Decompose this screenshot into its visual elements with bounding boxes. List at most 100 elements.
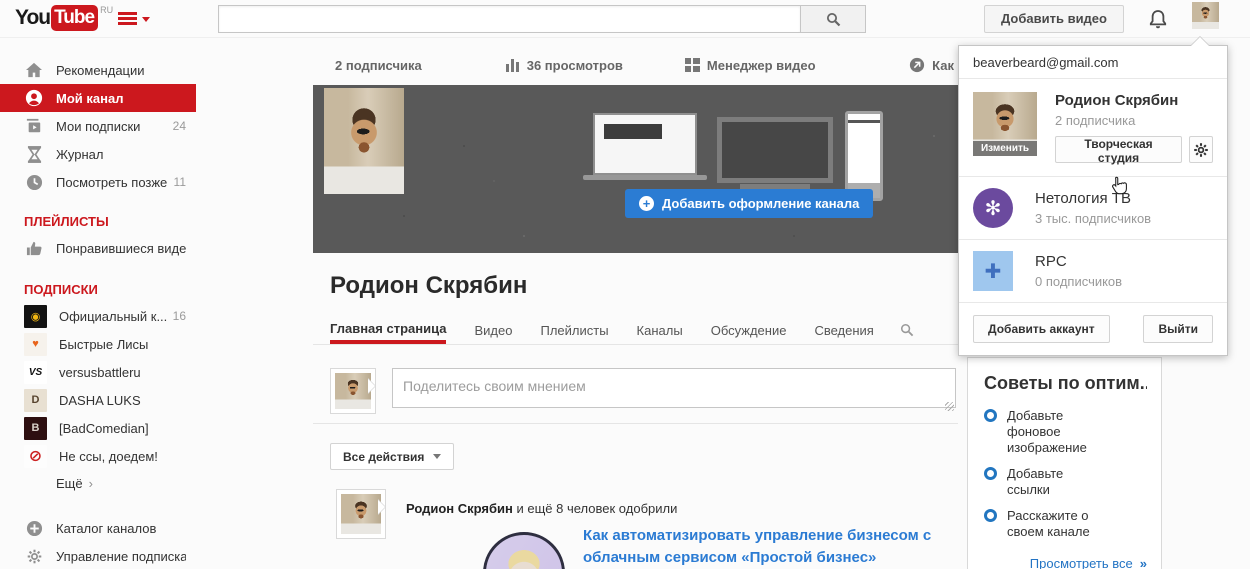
logo-you-text: You [15, 6, 51, 29]
search-icon [826, 12, 841, 27]
tab-videos[interactable]: Видео [474, 316, 512, 344]
add-channel-art-button[interactable]: + Добавить оформление канала [625, 189, 874, 218]
radio-circle-icon [984, 467, 997, 480]
tab-about[interactable]: Сведения [814, 316, 873, 344]
tips-card-title: Советы по оптим... [984, 373, 1147, 393]
view-as-icon [910, 57, 925, 73]
youtube-logo[interactable]: You Tube RU [15, 5, 113, 31]
chevron-down-icon [433, 454, 442, 463]
sidebar-subscription-channel[interactable]: B [BadComedian] [0, 414, 196, 442]
channel-search-button[interactable] [900, 316, 914, 344]
subscriptions-section-header: ПОДПИСКИ [24, 282, 98, 297]
divider [313, 423, 958, 424]
search-form [218, 5, 866, 33]
channel-banner: + Добавить оформление канала [313, 85, 958, 253]
video-manager-link[interactable]: Менеджер видео [684, 58, 816, 73]
sidebar-subscription-channel[interactable]: ♥ Быстрые Лисы [0, 330, 196, 358]
add-account-button[interactable]: Добавить аккаунт [973, 315, 1110, 343]
sidebar-item-liked-videos[interactable]: Понравившиеся видео [0, 234, 196, 262]
sidebar-item-recommendations[interactable]: Рекомендации [0, 56, 196, 84]
switch-account-row[interactable]: ✻ Нетология ТВ 3 тыс. подписчиков [959, 177, 1227, 240]
all-actions-dropdown[interactable]: Все действия [330, 443, 455, 470]
sidebar-item-browse-channels[interactable]: Каталог каналов [0, 514, 196, 542]
channel-avatar: ✚ [973, 251, 1013, 291]
creator-studio-button[interactable]: Творческая студия [1055, 136, 1183, 165]
feed-actor-name[interactable]: Родион Скрябин [406, 501, 513, 516]
sidebar-item-history[interactable]: Журнал [0, 140, 196, 168]
notifications-button[interactable] [1146, 7, 1170, 31]
composer-input[interactable] [392, 368, 956, 408]
account-subscribers: 0 подписчиков [1035, 274, 1123, 289]
sidebar-item-my-channel[interactable]: Мой канал [0, 84, 196, 112]
bar-chart-icon [505, 58, 519, 72]
subscription-label: versusbattleru [59, 364, 141, 380]
channel-title: Родион Скрябин [330, 272, 528, 299]
playlists-section-header: ПЛЕЙЛИСТЫ [24, 214, 109, 229]
tip-text: Добавьте ссылки [1007, 466, 1064, 497]
view-all-label: Просмотреть все [1029, 556, 1133, 569]
sidebar-item-manage-subscriptions[interactable]: Управление подписками [0, 542, 196, 569]
channel-avatar: ⊘ [24, 444, 47, 468]
home-icon [24, 60, 44, 80]
plus-circle-icon [24, 518, 44, 538]
subscriptions-icon [24, 116, 44, 136]
guide-toggle-button[interactable] [118, 12, 150, 27]
chevron-right-icon: › [88, 475, 93, 491]
tip-item-channel-description[interactable]: Расскажите о своем канале [984, 508, 1147, 540]
tab-channels[interactable]: Каналы [637, 316, 683, 344]
search-button[interactable] [800, 5, 866, 33]
sidebar-item-label: Управление подписками [56, 548, 186, 564]
user-avatar [341, 494, 381, 534]
views-stat[interactable]: 36 просмотров [505, 58, 623, 73]
sign-out-button[interactable]: Выйти [1143, 315, 1213, 343]
subscribers-stat: 2 подписчика [335, 58, 422, 73]
person-icon [24, 88, 44, 108]
sidebar-subscription-channel[interactable]: ⊘ Не ссы, доедем! [0, 442, 196, 470]
sidebar-item-subscriptions-feed[interactable]: Мои подписки 24 [0, 112, 196, 140]
more-label: Ещё [56, 475, 83, 491]
subscribers-count: 2 подписчика [335, 57, 422, 73]
tab-discussion[interactable]: Обсуждение [711, 316, 787, 344]
tip-item-add-links[interactable]: Добавьте ссылки [984, 466, 1147, 498]
channel-avatar[interactable] [324, 88, 404, 194]
sidebar-item-label: Журнал [56, 146, 104, 162]
hamburger-icon [118, 12, 137, 27]
dropdown-footer: Добавить аккаунт Выйти [959, 303, 1227, 355]
channel-avatar: VS [24, 360, 47, 384]
sidebar-subscription-channel[interactable]: ◉ Официальный к... 16 [0, 302, 196, 330]
edit-avatar-button[interactable]: Изменить [973, 92, 1037, 156]
channel-stats-bar: 2 подписчика 36 просмотров Менеджер виде… [313, 52, 958, 78]
tip-item-background-image[interactable]: Добавьте фоновое изображение [984, 408, 1147, 456]
sidebar-subscription-channel[interactable]: VS versusbattleru [0, 358, 196, 386]
sidebar-subscription-channel[interactable]: D DASHA LUKS [0, 386, 196, 414]
tab-playlists[interactable]: Плейлисты [540, 316, 608, 344]
sidebar-more-button[interactable]: Ещё › [0, 470, 196, 496]
video-title-link[interactable]: Как автоматизировать управление бизнесом… [583, 525, 963, 569]
sidebar-item-watch-later[interactable]: Посмотреть позже 11 [0, 168, 196, 196]
plus-icon: + [639, 196, 654, 211]
radio-circle-icon [984, 409, 997, 422]
account-avatar-button[interactable] [1192, 2, 1219, 29]
account-dropdown-menu: beaverbeard@gmail.com Изменить Родион Ск… [958, 36, 1228, 356]
search-icon [900, 323, 914, 337]
sidebar-item-label: Посмотреть позже [56, 174, 168, 190]
logo-region-label: RU [100, 5, 114, 15]
search-input[interactable] [218, 5, 801, 33]
feed-action-text: и ещё 8 человек одобрили [512, 501, 678, 516]
thumbs-up-icon [24, 238, 44, 258]
sidebar-item-count: 24 [172, 119, 186, 133]
account-subscribers: 3 тыс. подписчиков [1035, 211, 1152, 226]
account-email: beaverbeard@gmail.com [959, 46, 1227, 79]
resize-grip[interactable] [945, 402, 954, 411]
mouse-cursor-icon [1109, 175, 1129, 197]
gear-icon [1194, 142, 1208, 157]
view-all-tips-link[interactable]: Просмотреть все » [984, 556, 1147, 569]
tab-home[interactable]: Главная страница [330, 316, 447, 344]
settings-button[interactable] [1189, 136, 1213, 163]
subscription-label: Не ссы, доедем! [59, 448, 158, 464]
feed-activity-text: Родион Скрябин и ещё 8 человек одобрили [406, 501, 677, 516]
upload-video-button[interactable]: Добавить видео [984, 5, 1124, 33]
view-as-link[interactable]: Как [909, 57, 954, 73]
switch-account-row[interactable]: ✚ RPC 0 подписчиков [959, 240, 1227, 303]
